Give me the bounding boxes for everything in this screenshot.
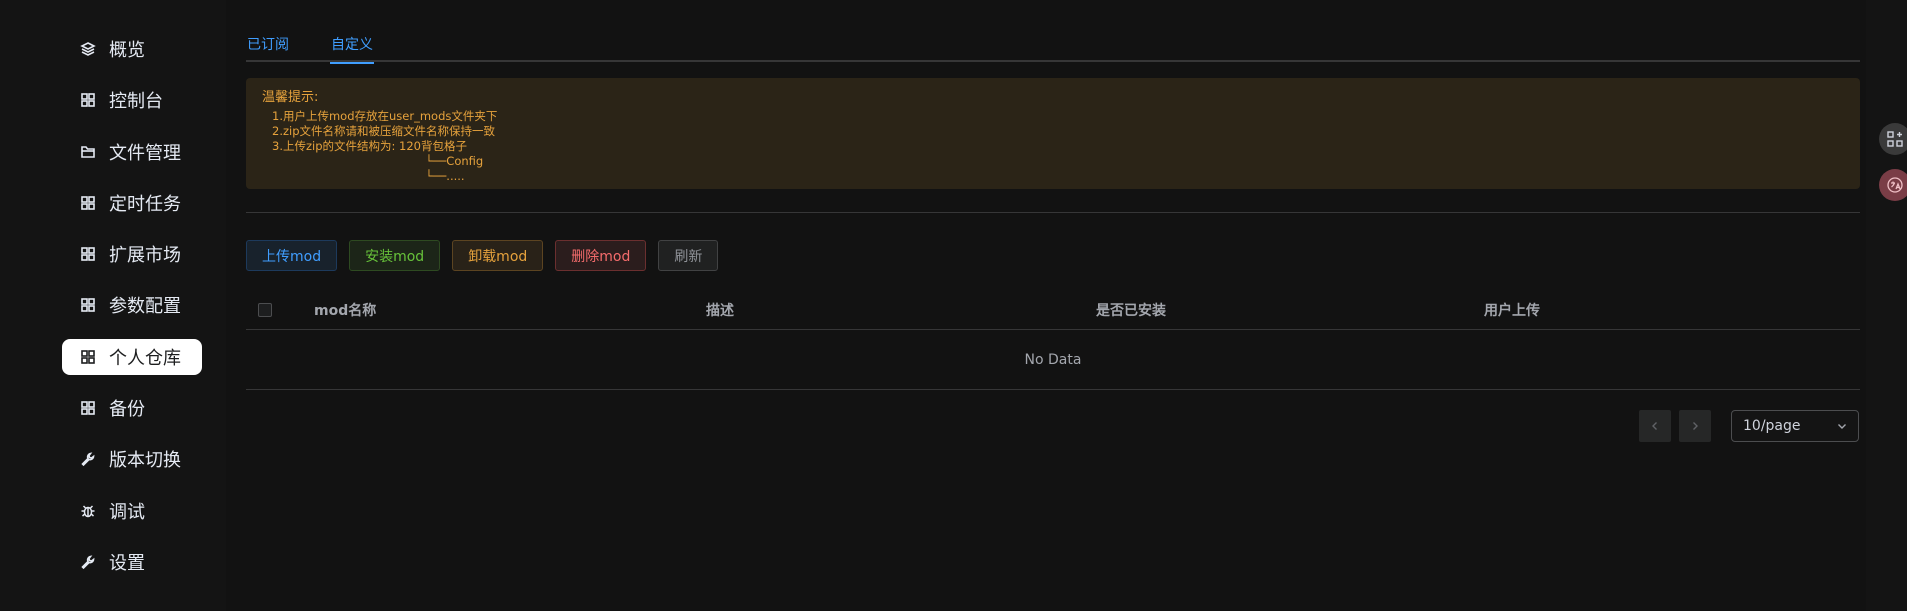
grid-icon [79, 348, 97, 366]
translate-button[interactable] [1879, 169, 1907, 201]
grid-icon [79, 399, 97, 417]
column-header-installed[interactable]: 是否已安装 [1096, 300, 1484, 320]
sidebar-item-console[interactable]: 控制台 [62, 82, 202, 118]
wrench-icon [79, 553, 97, 571]
sidebar-item-files[interactable]: 文件管理 [62, 134, 202, 170]
refresh-button[interactable]: 刷新 [658, 240, 719, 271]
app-root: 概览 控制台 文件管理 定时任务 扩展市场 参数配置 个人仓库 备份 版本切换 … [0, 0, 1907, 611]
alert-line: 2.zip文件名称请和被压缩文件名称保持一致 [272, 124, 496, 138]
column-header-description[interactable]: 描述 [706, 300, 1096, 320]
uninstall-mod-button[interactable]: 卸载mod [452, 240, 544, 271]
folder-icon [79, 143, 97, 161]
sidebar-item-tasks[interactable]: 定时任务 [62, 185, 202, 221]
alert-line: 1.用户上传mod存放在user_mods文件夹下 [272, 109, 498, 123]
toolbar: 上传mod 安装mod 卸载mod 删除mod 刷新 [246, 240, 730, 271]
alert-line: └──..... [272, 169, 465, 183]
upload-mod-button[interactable]: 上传mod [246, 240, 338, 271]
sidebar-item-label: 版本切换 [109, 450, 181, 471]
select-all-checkbox[interactable] [258, 302, 272, 317]
sidebar-item-label: 备份 [109, 399, 145, 420]
sidebar-item-label: 文件管理 [109, 143, 181, 164]
column-header-user-upload[interactable]: 用户上传 [1484, 300, 1784, 320]
delete-mod-button[interactable]: 删除mod [555, 240, 647, 271]
table-header: mod名称 描述 是否已安装 用户上传 [246, 290, 1860, 330]
bug-icon [79, 502, 97, 520]
next-page-button[interactable] [1679, 410, 1711, 442]
grid-icon [79, 91, 97, 109]
select-all-cell [246, 302, 314, 317]
sidebar-item-repo[interactable]: 个人仓库 [62, 339, 202, 375]
sidebar-item-label: 设置 [109, 553, 145, 574]
alert-line: 3.上传zip的文件结构为: 120背包格子 [272, 139, 467, 153]
page-size-select[interactable]: 10/page [1731, 410, 1859, 442]
alert-line: └──Config [272, 154, 484, 168]
mod-table: mod名称 描述 是否已安装 用户上传 No Data [246, 290, 1860, 390]
sidebar-item-settings[interactable]: 设置 [62, 544, 202, 580]
chevron-right-icon [1693, 422, 1698, 430]
divider [246, 212, 1860, 213]
apps-add-icon [1887, 131, 1903, 147]
grid-icon [79, 245, 97, 263]
empty-state: No Data [246, 330, 1860, 390]
grid-icon [79, 296, 97, 314]
sidebar-item-overview[interactable]: 概览 [62, 31, 202, 67]
tab-bar: 已订阅 自定义 [246, 28, 1860, 64]
chevron-down-icon [1838, 424, 1846, 429]
translate-icon [1887, 177, 1903, 193]
chevron-left-icon [1652, 422, 1657, 430]
sidebar: 概览 控制台 文件管理 定时任务 扩展市场 参数配置 个人仓库 备份 版本切换 … [0, 0, 226, 611]
prev-page-button[interactable] [1639, 410, 1671, 442]
sidebar-item-debug[interactable]: 调试 [62, 493, 202, 529]
column-header-name[interactable]: mod名称 [314, 300, 706, 320]
main-content: 已订阅 自定义 温馨提示: 1.用户上传mod存放在user_mods文件夹下 … [226, 0, 1866, 611]
sidebar-item-backup[interactable]: 备份 [62, 390, 202, 426]
sidebar-item-label: 调试 [109, 502, 145, 523]
sidebar-item-market[interactable]: 扩展市场 [62, 236, 202, 272]
sidebar-item-version[interactable]: 版本切换 [62, 441, 202, 477]
layers-icon [79, 40, 97, 58]
sidebar-item-label: 概览 [109, 40, 145, 61]
alert-title: 温馨提示: [262, 90, 319, 105]
tab-custom[interactable]: 自定义 [330, 28, 374, 64]
wrench-icon [79, 450, 97, 468]
tab-subscribed[interactable]: 已订阅 [246, 28, 290, 62]
sidebar-item-params[interactable]: 参数配置 [62, 287, 202, 323]
grid-icon [79, 194, 97, 212]
install-mod-button[interactable]: 安装mod [349, 240, 441, 271]
sidebar-item-label: 参数配置 [109, 296, 181, 317]
page-size-value: 10/page [1743, 418, 1801, 434]
app-widget-button[interactable] [1879, 123, 1907, 155]
sidebar-item-label: 扩展市场 [109, 245, 181, 266]
tip-alert: 温馨提示: 1.用户上传mod存放在user_mods文件夹下 2.zip文件名… [246, 78, 1860, 189]
pagination: 10/page [1639, 410, 1859, 442]
sidebar-item-label: 个人仓库 [109, 348, 181, 369]
sidebar-item-label: 定时任务 [109, 194, 181, 215]
sidebar-item-label: 控制台 [109, 91, 163, 112]
